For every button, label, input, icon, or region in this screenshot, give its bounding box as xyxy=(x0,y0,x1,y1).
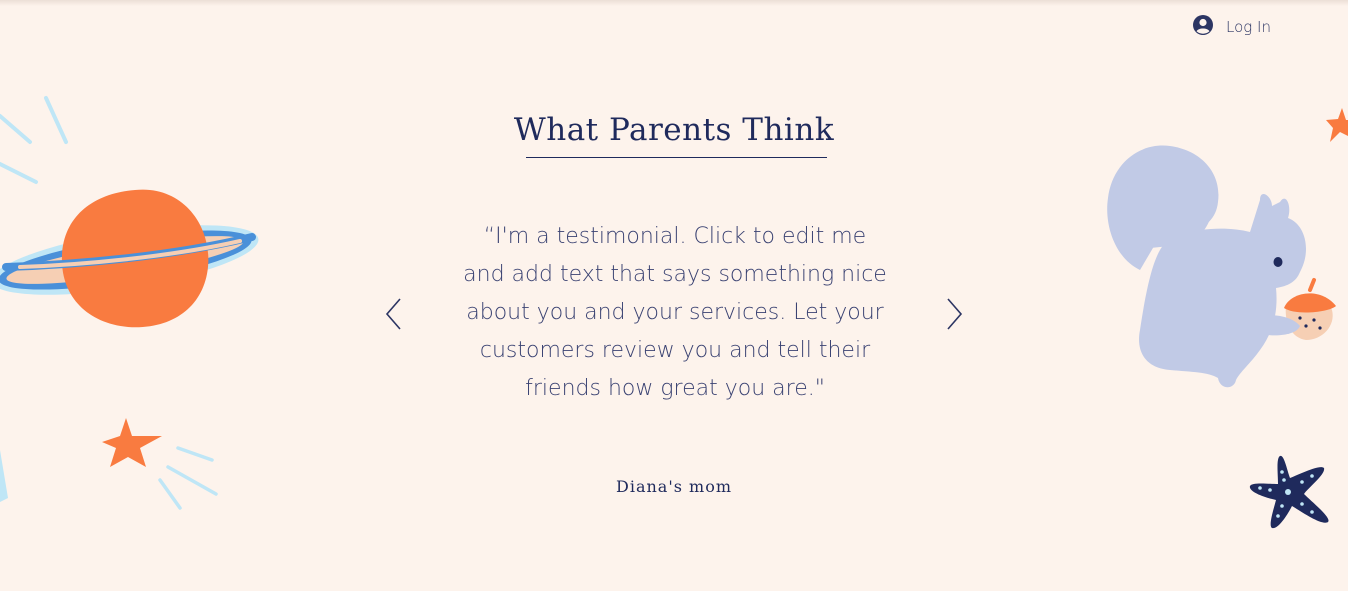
chevron-right-icon xyxy=(940,298,968,337)
shooting-star-decoration xyxy=(102,418,218,510)
previous-testimonial-button[interactable] xyxy=(380,295,408,338)
squirrel-illustration xyxy=(1107,145,1336,388)
testimonial-author: Diana's mom xyxy=(616,477,732,496)
next-testimonial-button[interactable] xyxy=(940,295,968,338)
header-shadow xyxy=(0,0,1348,6)
login-label: Log In xyxy=(1226,18,1271,36)
section-title: What Parents Think xyxy=(513,112,835,148)
title-underline xyxy=(526,157,827,158)
login-button[interactable]: Log In xyxy=(1192,14,1271,40)
planet-illustration xyxy=(0,189,259,328)
chevron-left-icon xyxy=(380,298,408,337)
testimonial-quote: “I'm a testimonial. Click to edit me and… xyxy=(463,224,887,401)
user-avatar-icon xyxy=(1192,14,1214,41)
